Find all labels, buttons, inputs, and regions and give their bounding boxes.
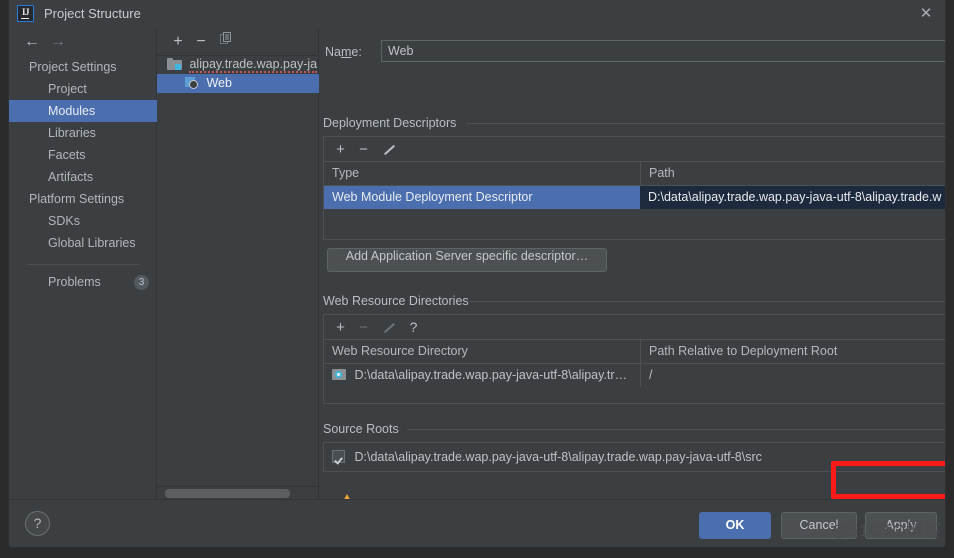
source-roots-list: D:\data\alipay.trade.wap.pay-java-utf-8\…	[323, 442, 945, 472]
sidebar-item-problems[interactable]: Problems 3	[9, 271, 157, 293]
forward-arrow-icon[interactable]: →	[47, 32, 69, 52]
web-resource-folder-icon	[332, 369, 346, 380]
tree-item-module[interactable]: alipay.trade.wap.pay-ja	[157, 55, 328, 74]
tree-item-module-label: alipay.trade.wap.pay-ja	[189, 57, 318, 73]
dialog-title: Project Structure	[44, 6, 141, 21]
help-web-resource-icon[interactable]: ?	[403, 317, 424, 338]
column-header-path-relative[interactable]: Path Relative to Deployment Root	[640, 340, 945, 363]
help-icon[interactable]: ?	[25, 511, 50, 536]
source-root-checkbox[interactable]	[332, 450, 345, 463]
remove-descriptor-icon[interactable]: −	[353, 139, 374, 160]
dialog-footer: ? OK Cancel Apply @51CTO博客	[9, 499, 945, 547]
sidebar-item-libraries[interactable]: Libraries	[9, 122, 157, 144]
module-folder-icon	[167, 58, 182, 70]
web-resource-directories-header-row: Web Resource Directory Path Relative to …	[324, 340, 945, 364]
sidebar-item-project[interactable]: Project	[9, 78, 157, 100]
sidebar-divider	[27, 264, 139, 265]
web-facet-icon	[185, 76, 199, 89]
web-resource-directories-title: Web Resource Directories	[323, 294, 475, 308]
add-web-resource-icon[interactable]: +	[330, 317, 351, 338]
sidebar-item-sdks[interactable]: SDKs	[9, 210, 157, 232]
edit-web-resource-icon[interactable]	[378, 317, 399, 338]
name-input[interactable]	[381, 40, 945, 62]
problems-count-badge: 3	[134, 275, 149, 290]
screen: IJ Project Structure ✕ ← → Project Setti…	[0, 0, 954, 558]
tree-item-web-facet[interactable]: Web	[157, 74, 346, 93]
sidebar-item-problems-label: Problems	[48, 275, 101, 289]
add-application-server-descriptor-label: Add Application Server specific descript…	[345, 249, 589, 263]
module-tree-hscrollbar-thumb[interactable]	[165, 489, 290, 498]
module-tree-toolbar: + −	[157, 28, 318, 56]
table-row[interactable]: D:\data\alipay.trade.wap.pay-java-utf-8\…	[324, 364, 945, 387]
web-resource-directories-toolbar: + − ?	[324, 315, 945, 340]
web-resource-directories-table: + − ? Web Resource Directory Path Relati…	[323, 314, 945, 404]
add-module-icon[interactable]: +	[167, 31, 189, 52]
edit-descriptor-icon[interactable]	[378, 139, 399, 160]
table-row[interactable]: Web Module Deployment Descriptor D:\data…	[324, 186, 945, 209]
sidebar-item-modules[interactable]: Modules	[9, 100, 157, 122]
apply-button[interactable]: Apply	[865, 512, 937, 539]
project-structure-dialog: IJ Project Structure ✕ ← → Project Setti…	[8, 0, 946, 548]
sidebar-nav-row: ← →	[9, 28, 157, 56]
add-descriptor-icon[interactable]: +	[330, 139, 351, 160]
sidebar-item-artifacts[interactable]: Artifacts	[9, 166, 157, 188]
facet-settings-panel: Name: Deployment Descriptors + − Type Pa…	[319, 28, 945, 500]
cancel-button[interactable]: Cancel	[781, 512, 857, 539]
column-header-path[interactable]: Path	[640, 162, 945, 185]
web-resource-directories-header: Web Resource Directories	[323, 294, 945, 308]
close-icon[interactable]: ✕	[913, 2, 939, 26]
settings-sidebar: ← → Project Settings Project Modules Lib…	[9, 28, 157, 500]
source-root-path: D:\data\alipay.trade.wap.pay-java-utf-8\…	[354, 450, 762, 464]
tree-item-web-facet-label: Web	[206, 76, 232, 90]
dialog-titlebar: IJ Project Structure ✕	[9, 0, 945, 28]
deployment-descriptors-title: Deployment Descriptors	[323, 116, 463, 130]
module-tree-panel: + − alipay.trade.wap.pay-ja Web	[157, 28, 346, 500]
source-roots-title: Source Roots	[323, 422, 405, 436]
sidebar-group-platform-settings: Platform Settings	[29, 192, 125, 206]
sidebar-item-global-libraries[interactable]: Global Libraries	[9, 232, 157, 254]
add-application-server-descriptor-button[interactable]: Add Application Server specific descript…	[327, 248, 607, 272]
source-roots-header: Source Roots	[323, 422, 945, 436]
deployment-descriptors-toolbar: + −	[324, 137, 945, 162]
module-tree-hscrollbar-track	[157, 486, 318, 500]
copy-module-icon[interactable]	[215, 31, 237, 52]
sidebar-list: Project Settings Project Modules Librari…	[9, 56, 157, 293]
column-header-type[interactable]: Type	[324, 162, 640, 185]
column-header-web-resource-directory[interactable]: Web Resource Directory	[324, 340, 640, 363]
deployment-descriptors-table: + − Type Path Web Module Deployment Desc…	[323, 136, 945, 240]
cell-descriptor-path: D:\data\alipay.trade.wap.pay-java-utf-8\…	[640, 186, 945, 209]
list-item[interactable]: D:\data\alipay.trade.wap.pay-java-utf-8\…	[324, 443, 762, 471]
name-field-label: Name:	[325, 45, 362, 59]
sidebar-group-project-settings: Project Settings	[29, 60, 117, 74]
deployment-descriptors-header-row: Type Path	[324, 162, 945, 186]
ok-button[interactable]: OK	[699, 512, 771, 539]
deployment-descriptors-header: Deployment Descriptors	[323, 116, 945, 130]
back-arrow-icon[interactable]: ←	[21, 32, 43, 52]
cell-web-resource-directory: D:\data\alipay.trade.wap.pay-java-utf-8\…	[324, 364, 640, 387]
intellij-idea-icon: IJ	[17, 5, 34, 22]
facet-warning-bar: 'Web' Facet resources are not included i…	[323, 486, 945, 500]
cell-path-relative: /	[640, 364, 945, 387]
remove-web-resource-icon[interactable]: −	[353, 317, 374, 338]
remove-module-icon[interactable]: −	[190, 31, 212, 52]
cell-descriptor-type: Web Module Deployment Descriptor	[324, 186, 640, 209]
sidebar-item-facets[interactable]: Facets	[9, 144, 157, 166]
cell-web-resource-directory-text: D:\data\alipay.trade.wap.pay-java-utf-8\…	[354, 368, 628, 382]
